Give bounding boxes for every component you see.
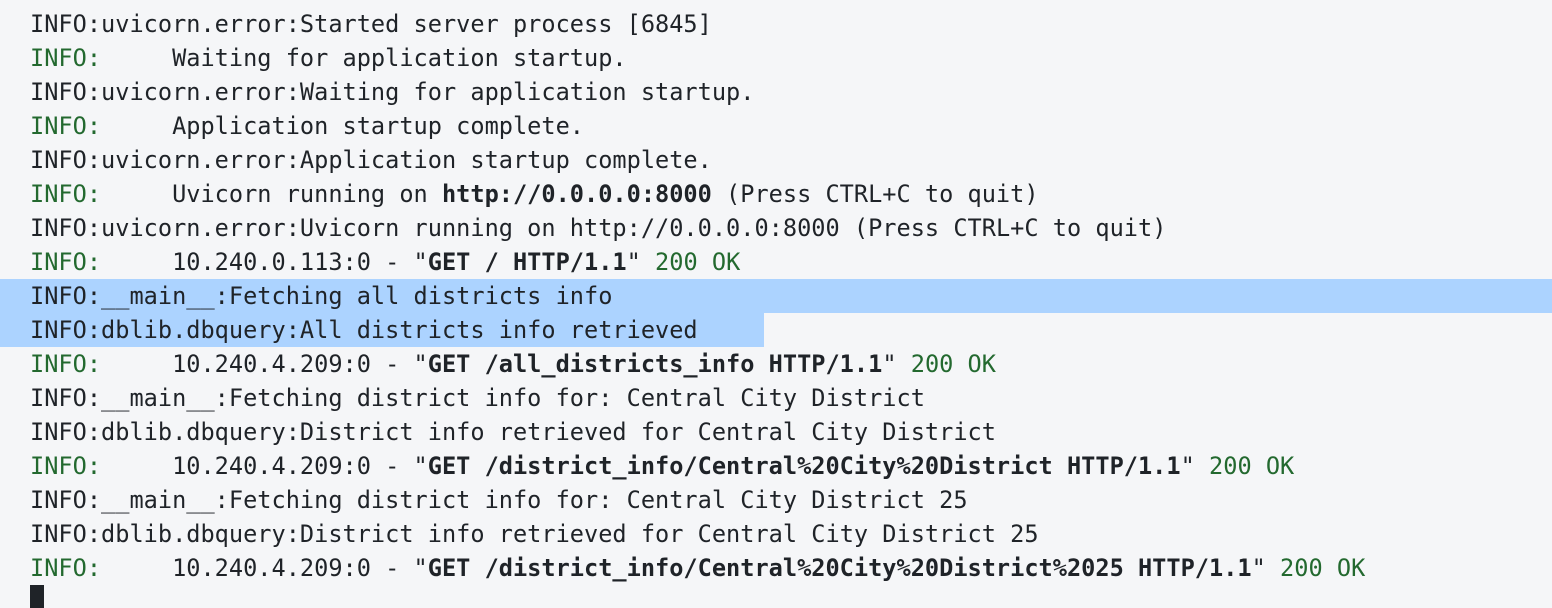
log-message: uvicorn.error:Waiting for application st… bbox=[101, 78, 755, 106]
log-level: INFO bbox=[30, 554, 87, 582]
log-line: INFO:uvicorn.error:Started server proces… bbox=[30, 10, 712, 38]
log-level: INFO bbox=[30, 78, 87, 106]
log-level: INFO bbox=[30, 44, 87, 72]
log-level: INFO bbox=[30, 384, 87, 412]
log-level: INFO bbox=[30, 214, 87, 242]
log-line: INFO:__main__:Fetching district info for… bbox=[30, 384, 925, 412]
log-message: Waiting for application startup. bbox=[172, 44, 627, 72]
log-level: INFO bbox=[30, 146, 87, 174]
log-level: INFO bbox=[30, 350, 87, 378]
terminal-output[interactable]: INFO:uvicorn.error:Started server proces… bbox=[0, 0, 1552, 608]
status-code: 200 OK bbox=[1209, 452, 1295, 480]
client-address: 10.240.4.209:0 - " bbox=[172, 554, 428, 582]
log-line: INFO: Application startup complete. bbox=[30, 112, 584, 140]
server-url-link[interactable]: http://0.0.0.0:8000 bbox=[442, 180, 712, 208]
log-line: INFO:__main__:Fetching district info for… bbox=[30, 486, 968, 514]
client-address: 10.240.4.209:0 - " bbox=[172, 452, 428, 480]
log-line-access: INFO: 10.240.4.209:0 - "GET /all_distric… bbox=[30, 350, 996, 378]
terminal-cursor bbox=[30, 585, 44, 608]
log-line: INFO: Uvicorn running on http://0.0.0.0:… bbox=[30, 180, 1039, 208]
log-message: uvicorn.error:Started server process [68… bbox=[101, 10, 712, 38]
log-message: Application startup complete. bbox=[172, 112, 584, 140]
log-message: dblib.dbquery:All districts info retriev… bbox=[101, 316, 698, 344]
log-level: INFO bbox=[30, 520, 87, 548]
log-message: __main__:Fetching district info for: Cen… bbox=[101, 384, 925, 412]
log-line: INFO:uvicorn.error:Application startup c… bbox=[30, 146, 712, 174]
log-line-access: INFO: 10.240.4.209:0 - "GET /district_in… bbox=[30, 554, 1366, 582]
log-message: uvicorn.error:Uvicorn running on http://… bbox=[101, 214, 1167, 242]
log-line: INFO:dblib.dbquery:District info retriev… bbox=[30, 520, 1039, 548]
log-message: uvicorn.error:Application startup comple… bbox=[101, 146, 712, 174]
log-line-selected: INFO:dblib.dbquery:All districts info re… bbox=[0, 313, 764, 347]
log-message: dblib.dbquery:District info retrieved fo… bbox=[101, 418, 996, 446]
log-level: INFO bbox=[30, 316, 87, 344]
status-code: 200 OK bbox=[655, 248, 741, 276]
log-line: INFO:uvicorn.error:Uvicorn running on ht… bbox=[30, 214, 1167, 242]
log-level: INFO bbox=[30, 486, 87, 514]
client-address: 10.240.4.209:0 - " bbox=[172, 350, 428, 378]
http-request: GET / HTTP/1.1 bbox=[427, 248, 627, 276]
log-line: INFO:uvicorn.error:Waiting for applicati… bbox=[30, 78, 755, 106]
log-message: __main__:Fetching district info for: Cen… bbox=[101, 486, 968, 514]
log-message: __main__:Fetching all districts info bbox=[101, 282, 613, 310]
log-level: INFO bbox=[30, 418, 87, 446]
log-line-selected: INFO:__main__:Fetching all districts inf… bbox=[0, 279, 1552, 313]
log-line: INFO:dblib.dbquery:District info retriev… bbox=[30, 418, 996, 446]
client-address: 10.240.0.113:0 - " bbox=[172, 248, 428, 276]
log-line-access: INFO: 10.240.0.113:0 - "GET / HTTP/1.1" … bbox=[30, 248, 741, 276]
log-level: INFO bbox=[30, 282, 87, 310]
log-level: INFO bbox=[30, 248, 87, 276]
http-request: GET /all_districts_info HTTP/1.1 bbox=[427, 350, 883, 378]
log-line-access: INFO: 10.240.4.209:0 - "GET /district_in… bbox=[30, 452, 1295, 480]
log-line: INFO: Waiting for application startup. bbox=[30, 44, 627, 72]
http-request: GET /district_info/Central%20City%20Dist… bbox=[427, 554, 1252, 582]
http-request: GET /district_info/Central%20City%20Dist… bbox=[427, 452, 1181, 480]
status-code: 200 OK bbox=[910, 350, 996, 378]
log-level: INFO bbox=[30, 10, 87, 38]
log-level: INFO bbox=[30, 452, 87, 480]
log-level: INFO bbox=[30, 112, 87, 140]
status-code: 200 OK bbox=[1280, 554, 1366, 582]
log-level: INFO bbox=[30, 180, 87, 208]
log-message: dblib.dbquery:District info retrieved fo… bbox=[101, 520, 1039, 548]
log-message: Uvicorn running on bbox=[172, 180, 442, 208]
